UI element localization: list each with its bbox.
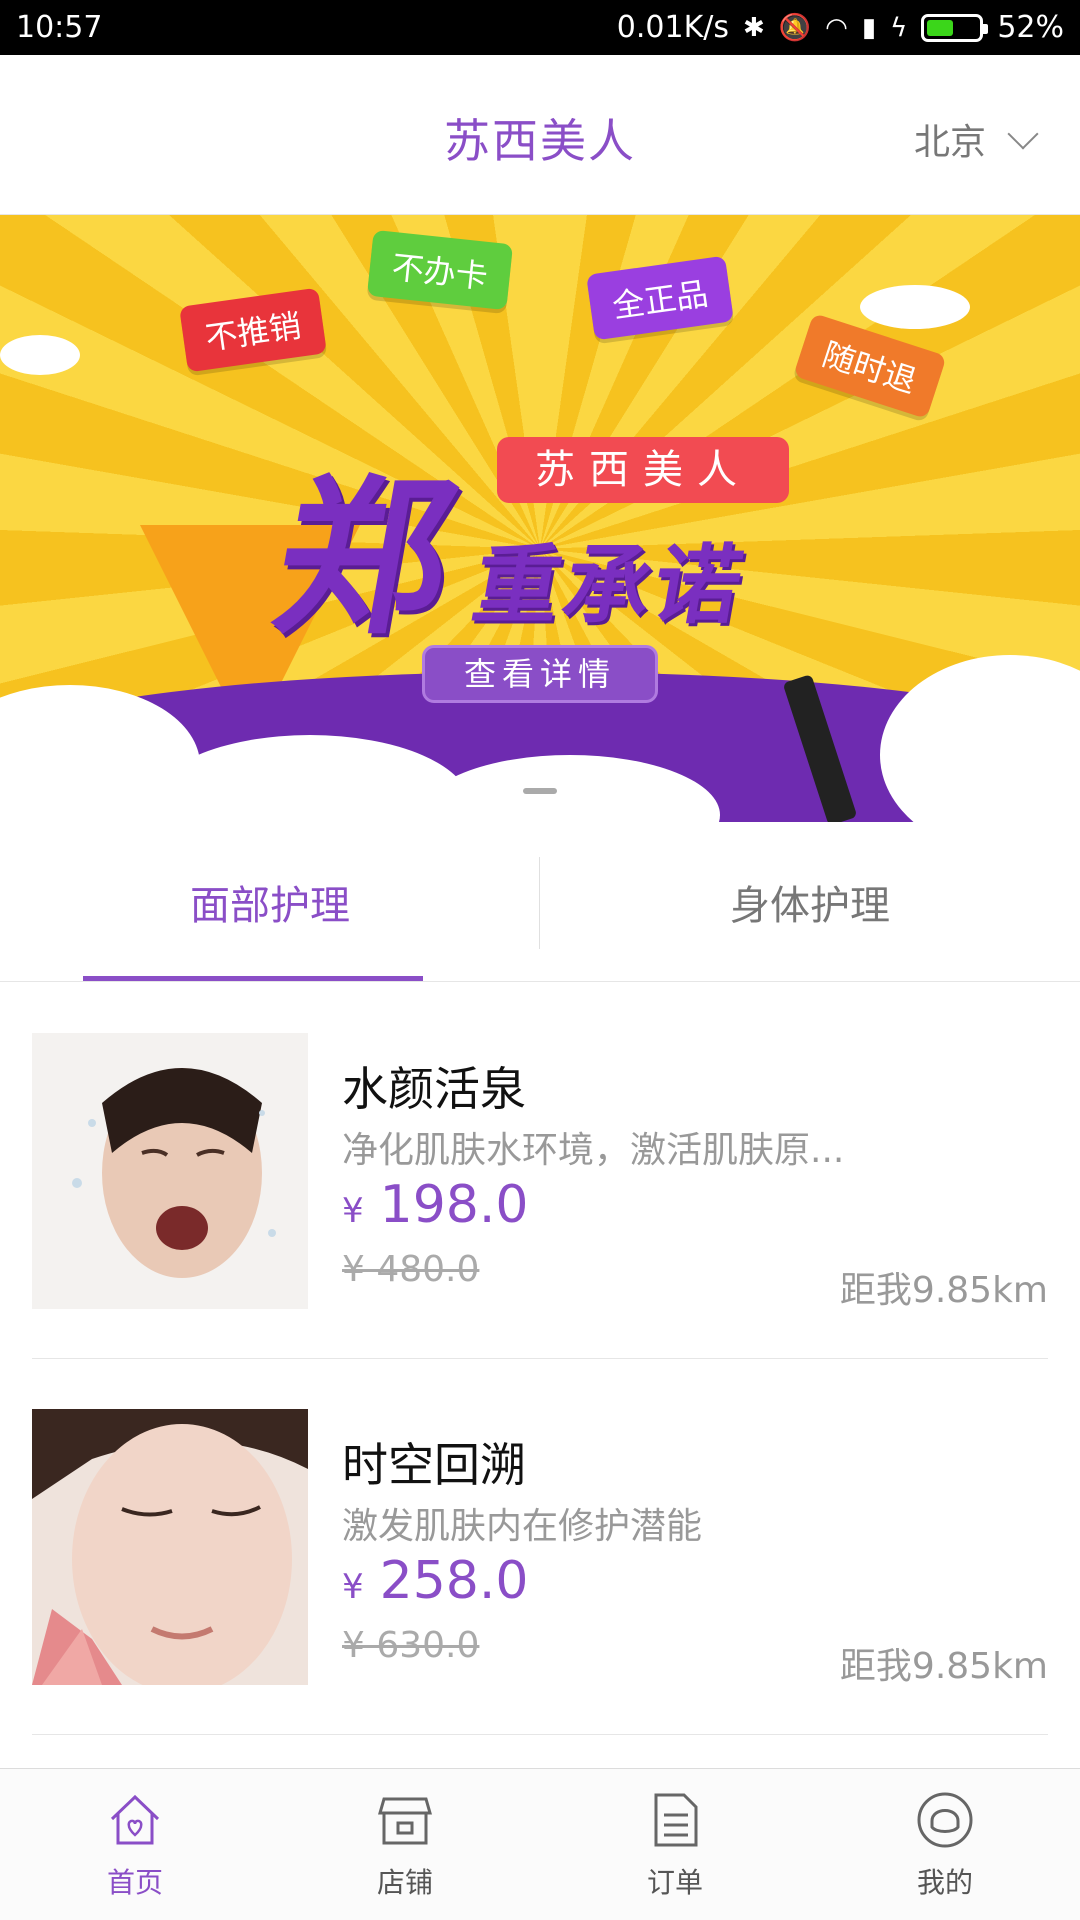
price-value: 198.0	[379, 1175, 529, 1235]
status-time: 10:57	[16, 10, 103, 45]
distance-label: 距我9.85km	[839, 1270, 1048, 1311]
tab-body-care[interactable]: 身体护理	[540, 822, 1080, 981]
cloud-decoration	[860, 285, 970, 329]
nav-label: 订单	[646, 1865, 703, 1899]
store-icon	[378, 1797, 432, 1844]
bluetooth-icon: ✱	[742, 12, 765, 43]
nav-profile[interactable]: 我的	[810, 1769, 1080, 1920]
product-name: 水颜活泉	[342, 1062, 526, 1116]
view-details-button[interactable]: 查看详情	[422, 645, 658, 703]
nav-home[interactable]: 首页	[0, 1769, 270, 1920]
banner-headline: 重承诺	[465, 536, 754, 636]
original-price: ¥ 630.0	[342, 1625, 480, 1666]
product-image	[32, 1409, 308, 1685]
currency-symbol: ¥	[342, 1567, 364, 1607]
battery-icon	[921, 13, 989, 42]
product-image	[32, 1033, 308, 1309]
tab-label: 面部护理	[190, 882, 350, 929]
status-bar: 10:57 0.01K/s ✱ 🔕 ◠ ▮ ϟ 52%	[0, 0, 1080, 55]
price-value: 258.0	[379, 1551, 529, 1611]
face-illustration	[32, 1409, 308, 1685]
city-label: 北京	[913, 122, 986, 163]
signal-icon: ▮	[861, 12, 877, 43]
tab-face-care[interactable]: 面部护理	[0, 822, 540, 981]
chevron-down-icon	[1007, 118, 1039, 150]
carousel-indicator	[523, 788, 557, 794]
nav-label: 首页	[106, 1865, 163, 1899]
mute-icon: 🔕	[778, 12, 812, 43]
category-tabs: 面部护理 身体护理	[0, 822, 1080, 982]
wifi-icon: ◠	[825, 12, 848, 43]
battery-fill	[927, 19, 954, 36]
bottom-navigation: 首页 店铺 订单 我的	[0, 1768, 1080, 1920]
currency-symbol: ¥	[342, 1191, 364, 1231]
cloud-decoration	[0, 335, 80, 375]
list-item[interactable]: 水颜活泉 净化肌肤水环境，激活肌肤原... ¥ 198.0 ¥ 480.0 距我…	[32, 983, 1048, 1359]
original-price: ¥ 480.0	[342, 1249, 480, 1290]
product-name: 时空回溯	[342, 1438, 526, 1492]
home-icon	[110, 1794, 160, 1844]
network-speed: 0.01K/s	[616, 10, 729, 45]
order-icon	[654, 1793, 698, 1846]
product-price: ¥ 258.0	[342, 1551, 529, 1611]
city-selector[interactable]: 北京	[913, 113, 1039, 165]
product-list: 水颜活泉 净化肌肤水环境，激活肌肤原... ¥ 198.0 ¥ 480.0 距我…	[0, 983, 1080, 1735]
app-header: 苏西美人 北京	[0, 55, 1080, 215]
nav-store[interactable]: 店铺	[270, 1769, 540, 1920]
list-item[interactable]: 时空回溯 激发肌肤内在修护潜能 ¥ 258.0 ¥ 630.0 距我9.85km	[32, 1359, 1048, 1735]
nav-label: 我的	[916, 1865, 973, 1899]
battery-percent: 52%	[997, 10, 1064, 45]
nav-orders[interactable]: 订单	[540, 1769, 810, 1920]
tab-label: 身体护理	[730, 882, 890, 929]
banner-brand: 苏西美人	[497, 437, 789, 503]
profile-icon	[917, 1792, 973, 1847]
product-price: ¥ 198.0	[342, 1175, 529, 1235]
promo-banner[interactable]: 不推销 不办卡 全正品 随时退 郑 苏西美人 重承诺 查看详情	[0, 215, 1080, 822]
face-illustration	[32, 1033, 308, 1309]
product-description: 净化肌肤水环境，激活肌肤原...	[342, 1130, 845, 1171]
charging-icon: ϟ	[890, 12, 908, 43]
product-description: 激发肌肤内在修护潜能	[342, 1506, 703, 1547]
distance-label: 距我9.85km	[839, 1646, 1048, 1687]
status-indicators: 0.01K/s ✱ 🔕 ◠ ▮ ϟ 52%	[617, 10, 1064, 45]
nav-label: 店铺	[376, 1865, 433, 1899]
